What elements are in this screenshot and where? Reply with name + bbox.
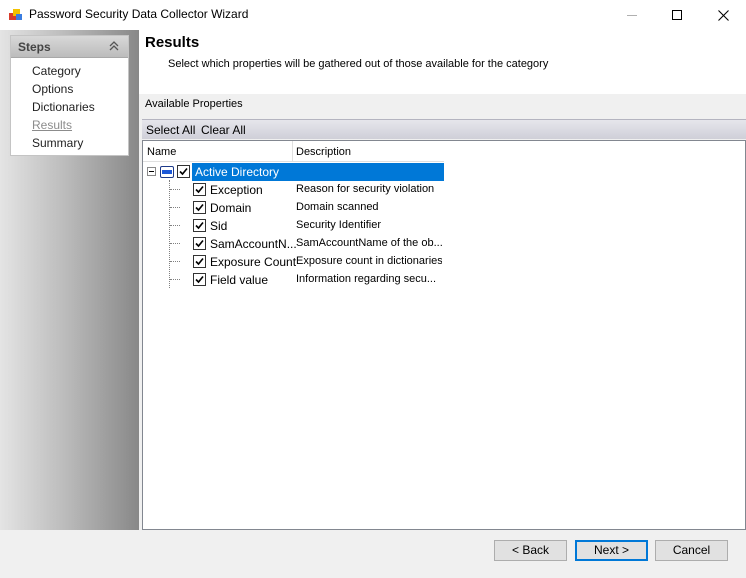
steps-panel: Steps Category Options Dictionaries Resu… [10, 35, 129, 156]
step-category[interactable]: Category [32, 62, 128, 80]
item-checkbox[interactable] [193, 183, 206, 196]
item-description: Reason for security violation [296, 183, 435, 195]
item-description: Information regarding secu... [296, 273, 437, 285]
page-title: Results [145, 34, 200, 51]
checkmark-icon [195, 203, 204, 212]
checkmark-icon [195, 275, 204, 284]
item-description: Security Identifier [296, 219, 381, 231]
item-checkbox[interactable] [193, 219, 206, 232]
root-checkbox[interactable] [177, 165, 190, 178]
minimize-button[interactable] [609, 0, 655, 30]
tree-item-row[interactable]: Exception Reason for security violation [143, 181, 444, 199]
tree-item-row[interactable]: SamAccountN... SamAccountName of the ob.… [143, 235, 444, 253]
checkmark-icon [195, 257, 204, 266]
close-icon [717, 9, 729, 21]
step-options[interactable]: Options [32, 80, 128, 98]
window-title: Password Security Data Collector Wizard [29, 7, 249, 21]
maximize-button[interactable] [654, 0, 700, 30]
item-label: Field value [210, 273, 269, 287]
item-checkbox[interactable] [193, 273, 206, 286]
tree-item-row[interactable]: Field value Information regarding secu..… [143, 271, 444, 289]
item-description: Domain scanned [296, 201, 379, 213]
minimize-icon [627, 14, 637, 16]
item-label: Exception [210, 183, 263, 197]
step-summary[interactable]: Summary [32, 134, 128, 152]
tree-item-row[interactable]: Sid Security Identifier [143, 217, 444, 235]
tree-root-row[interactable]: Active Directory [143, 163, 444, 181]
available-properties-label: Available Properties [145, 98, 243, 110]
clear-all-link[interactable]: Clear All [201, 123, 246, 137]
checkmark-icon [179, 167, 188, 176]
item-label: Domain [210, 201, 252, 215]
steps-header[interactable]: Steps [11, 36, 128, 58]
title-bar: Password Security Data Collector Wizard [0, 0, 746, 30]
properties-tree[interactable]: Name Description Active Directory Except… [142, 140, 746, 530]
checkmark-icon [195, 239, 204, 248]
collapse-toggle-icon[interactable] [147, 167, 156, 176]
steps-title: Steps [18, 40, 51, 54]
step-dictionaries[interactable]: Dictionaries [32, 98, 128, 116]
directory-icon [160, 166, 174, 178]
item-description: SamAccountName of the ob... [296, 237, 442, 249]
column-description-header[interactable]: Description [296, 146, 351, 158]
tree-root-label: Active Directory [195, 165, 280, 179]
app-wizard-icon [9, 9, 22, 20]
tree-item-row[interactable]: Domain Domain scanned [143, 199, 444, 217]
item-label: Sid [210, 219, 228, 233]
collapse-icon[interactable] [108, 40, 120, 52]
tree-item-row[interactable]: Exposure Count Exposure count in diction… [143, 253, 444, 271]
maximize-icon [672, 10, 682, 20]
tree-header: Name Description [143, 141, 444, 162]
close-button[interactable] [700, 0, 746, 30]
column-name-header[interactable]: Name [147, 146, 176, 158]
item-checkbox[interactable] [193, 237, 206, 250]
back-button[interactable]: < Back [494, 540, 567, 561]
step-results[interactable]: Results [32, 116, 128, 134]
select-all-link[interactable]: Select All [146, 123, 195, 137]
steps-list: Category Options Dictionaries Results Su… [11, 58, 128, 152]
item-checkbox[interactable] [193, 201, 206, 214]
cancel-button[interactable]: Cancel [655, 540, 728, 561]
page-subtitle: Select which properties will be gathered… [168, 58, 549, 70]
column-divider[interactable] [292, 141, 293, 162]
item-checkbox[interactable] [193, 255, 206, 268]
item-description: Exposure count in dictionaries [296, 255, 442, 267]
item-label: Exposure Count [210, 255, 297, 269]
item-label: SamAccountN... [210, 237, 297, 251]
next-button[interactable]: Next > [575, 540, 648, 561]
selection-toolbar: Select All Clear All [142, 119, 746, 139]
checkmark-icon [195, 221, 204, 230]
checkmark-icon [195, 185, 204, 194]
